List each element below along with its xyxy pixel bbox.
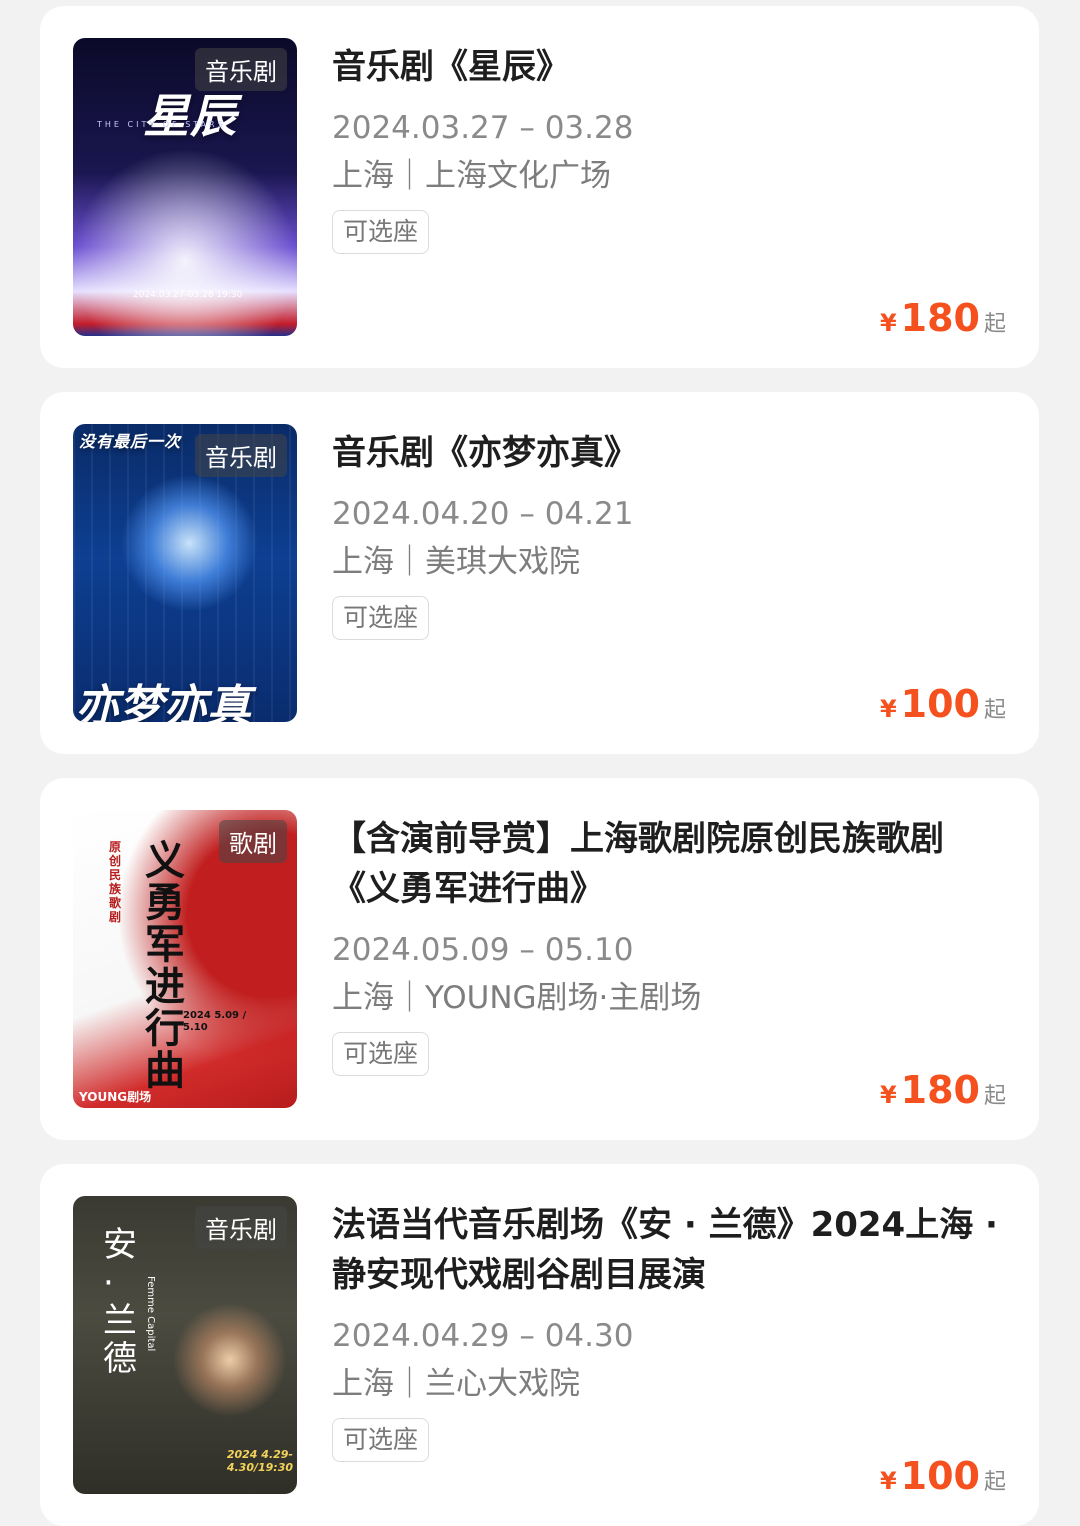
poster-title: 亦梦亦真 <box>75 681 251 722</box>
event-venue: 上海｜美琪大戏院 <box>332 544 580 580</box>
price-suffix: 起 <box>983 312 1006 337</box>
event-list: 星辰 THE CITY OF STARS 2024.03.27-03.28 19… <box>0 0 1080 1526</box>
poster-subtitle: THE CITY OF STARS <box>97 120 226 129</box>
category-tag: 歌剧 <box>219 820 287 863</box>
poster-title: 安·兰德 <box>103 1225 137 1379</box>
seat-selection-badge: 可选座 <box>332 1032 430 1076</box>
event-card[interactable]: 原创民族歌剧 义勇军进行曲 2024 5.09 / 5.10 YOUNG剧场 歌… <box>40 778 1039 1140</box>
category-tag: 音乐剧 <box>195 434 287 477</box>
currency-symbol: ¥ <box>879 309 897 337</box>
event-poster[interactable]: 星辰 THE CITY OF STARS 2024.03.27-03.28 19… <box>73 38 297 336</box>
event-venue: 上海｜兰心大戏院 <box>332 1366 580 1402</box>
event-price: ¥ 180 起 <box>880 296 1006 340</box>
event-card[interactable]: 星辰 THE CITY OF STARS 2024.03.27-03.28 19… <box>40 6 1039 368</box>
seat-selection-badge: 可选座 <box>332 210 430 254</box>
event-price: ¥ 100 起 <box>880 682 1006 726</box>
event-title[interactable]: 【含演前导赏】上海歌剧院原创民族歌剧《义勇军进行曲》 <box>332 814 1009 914</box>
price-suffix: 起 <box>983 1084 1006 1109</box>
event-info: 音乐剧《亦梦亦真》 2024.04.20 – 04.21 上海｜美琪大戏院 可选… <box>332 428 1009 640</box>
event-price: ¥ 180 起 <box>880 1068 1006 1112</box>
event-card[interactable]: 没有最后一次 亦梦亦真 音乐剧 音乐剧《亦梦亦真》 2024.04.20 – 0… <box>40 392 1039 754</box>
event-poster[interactable]: 没有最后一次 亦梦亦真 音乐剧 <box>73 424 297 722</box>
category-tag: 音乐剧 <box>195 48 287 91</box>
event-venue: 上海｜上海文化广场 <box>332 158 611 194</box>
event-info: 【含演前导赏】上海歌剧院原创民族歌剧《义勇军进行曲》 2024.05.09 – … <box>332 814 1009 1076</box>
poster-brand: YOUNG剧场 <box>79 1090 152 1104</box>
price-value: 100 <box>900 1454 980 1498</box>
event-poster[interactable]: 安·兰德 Femme Capital 2024 4.29-4.30/19:30 … <box>73 1196 297 1494</box>
event-title[interactable]: 音乐剧《亦梦亦真》 <box>332 428 1009 478</box>
poster-slogan: 没有最后一次 <box>79 432 182 451</box>
price-value: 100 <box>900 682 980 726</box>
event-date: 2024.04.29 – 04.30 <box>332 1318 634 1354</box>
poster-title: 义勇军进行曲 <box>145 837 185 1094</box>
price-suffix: 起 <box>983 698 1006 723</box>
seat-selection-badge: 可选座 <box>332 1418 430 1462</box>
event-date: 2024.03.27 – 03.28 <box>332 110 634 146</box>
poster-date: 2024.03.27-03.28 19:30 <box>133 290 243 300</box>
price-value: 180 <box>900 296 980 340</box>
price-suffix: 起 <box>983 1470 1006 1495</box>
currency-symbol: ¥ <box>879 695 897 723</box>
price-value: 180 <box>900 1068 980 1112</box>
event-info: 法语当代音乐剧场《安 · 兰德》2024上海 · 静安现代戏剧谷剧目展演 202… <box>332 1200 1009 1462</box>
event-date: 2024.05.09 – 05.10 <box>332 932 634 968</box>
currency-symbol: ¥ <box>879 1081 897 1109</box>
event-title[interactable]: 法语当代音乐剧场《安 · 兰德》2024上海 · 静安现代戏剧谷剧目展演 <box>332 1200 1009 1300</box>
poster-date: 2024 4.29-4.30/19:30 <box>226 1448 293 1474</box>
event-date: 2024.04.20 – 04.21 <box>332 496 634 532</box>
event-price: ¥ 100 起 <box>880 1454 1006 1498</box>
event-venue: 上海｜YOUNG剧场·主剧场 <box>332 980 702 1016</box>
category-tag: 音乐剧 <box>195 1206 287 1249</box>
poster-subtitle: Femme Capital <box>145 1276 156 1352</box>
event-title[interactable]: 音乐剧《星辰》 <box>332 42 1009 92</box>
poster-date: 2024 5.09 / 5.10 <box>183 1010 247 1033</box>
event-card[interactable]: 安·兰德 Femme Capital 2024 4.29-4.30/19:30 … <box>40 1164 1039 1526</box>
poster-subtitle: 原创民族歌剧 <box>109 840 122 924</box>
seat-selection-badge: 可选座 <box>332 596 430 640</box>
currency-symbol: ¥ <box>879 1467 897 1495</box>
event-info: 音乐剧《星辰》 2024.03.27 – 03.28 上海｜上海文化广场 可选座 <box>332 42 1009 254</box>
event-poster[interactable]: 原创民族歌剧 义勇军进行曲 2024 5.09 / 5.10 YOUNG剧场 歌… <box>73 810 297 1108</box>
